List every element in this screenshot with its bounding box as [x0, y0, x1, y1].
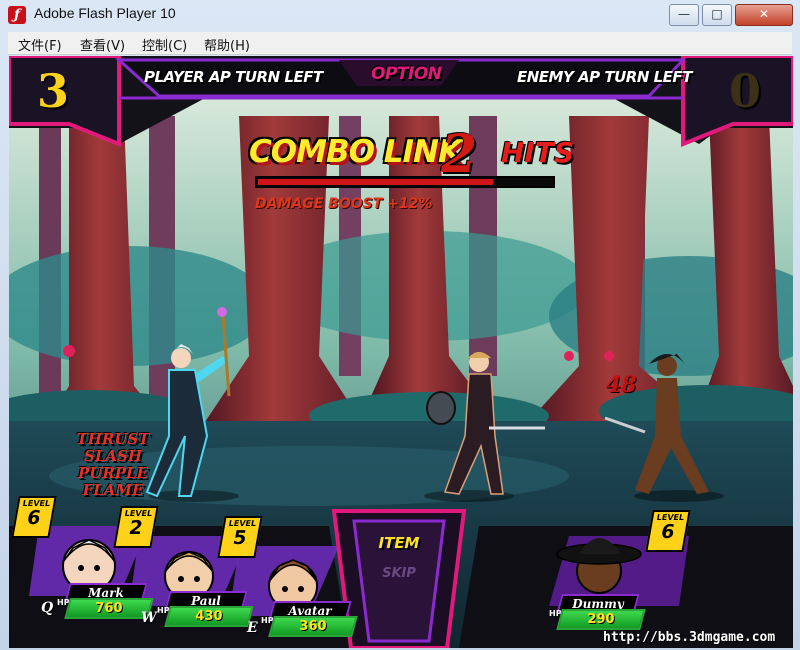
hp-bar-avatar: 360: [268, 616, 358, 637]
hp-value: 290: [587, 612, 615, 627]
damage-popup: 48: [606, 372, 637, 398]
level-value: 6: [659, 521, 677, 543]
menu-file[interactable]: 文件(F): [18, 35, 62, 54]
hp-bar-dummy: 290: [556, 609, 646, 630]
combo-hits-label: HITS: [501, 136, 575, 169]
close-button[interactable]: ✕: [735, 4, 793, 26]
menu-bar: 文件(F) 查看(V) 控制(C) 帮助(H): [8, 32, 792, 55]
item-button[interactable]: ITEM: [359, 534, 439, 552]
skill-thrust[interactable]: THRUST: [53, 431, 173, 448]
skip-button[interactable]: SKIP: [359, 566, 439, 581]
combo-label: COMBO LINK: [249, 134, 462, 170]
level-badge-avatar: LEVEL 5: [217, 516, 263, 558]
hp-value: 430: [195, 609, 223, 624]
hotkey-q[interactable]: Q: [41, 600, 53, 616]
level-badge-dummy: LEVEL 6: [645, 510, 691, 552]
level-value: 2: [127, 517, 145, 539]
hotkey-e[interactable]: E: [247, 620, 258, 636]
hp-value: 760: [95, 601, 123, 616]
hp-value: 360: [299, 619, 327, 634]
skill-purple-flame[interactable]: PURPLE FLAME: [53, 465, 173, 499]
player-ap-counter: 3: [37, 64, 70, 118]
player-ap-label: PLAYER AP TURN LEFT: [144, 68, 323, 86]
flash-logo-icon: ƒ: [8, 6, 26, 24]
menu-help[interactable]: 帮助(H): [204, 35, 250, 54]
hotkey-w[interactable]: W: [141, 610, 157, 626]
menu-view[interactable]: 查看(V): [80, 35, 125, 54]
combo-count: 2: [441, 124, 478, 185]
option-button[interactable]: OPTION: [371, 64, 442, 84]
level-value: 6: [25, 507, 43, 529]
hp-bar-paul: 430: [164, 606, 254, 627]
menu-control[interactable]: 控制(C): [142, 35, 187, 54]
title-bar: ƒ Adobe Flash Player 10 — □ ✕: [0, 0, 800, 30]
damage-boost-text: DAMAGE BOOST +12%: [255, 196, 433, 212]
enemy-ap-counter: 0: [729, 64, 762, 118]
level-badge-mark: LEVEL 6: [11, 496, 57, 538]
level-badge-paul: LEVEL 2: [113, 506, 159, 548]
window-title: Adobe Flash Player 10: [34, 5, 176, 21]
minimize-button[interactable]: —: [669, 4, 699, 26]
skill-list: THRUST SLASH PURPLE FLAME: [53, 431, 173, 499]
level-value: 5: [231, 527, 249, 549]
game-stage[interactable]: 3 PLAYER AP TURN LEFT OPTION ENEMY AP TU…: [9, 56, 793, 648]
enemy-ap-label: ENEMY AP TURN LEFT: [517, 68, 692, 86]
site-watermark: http://bbs.3dmgame.com: [603, 630, 776, 645]
flash-player-window: ƒ Adobe Flash Player 10 — □ ✕ 文件(F) 查看(V…: [0, 0, 800, 650]
skill-slash[interactable]: SLASH: [53, 448, 173, 465]
maximize-button[interactable]: □: [702, 4, 732, 26]
